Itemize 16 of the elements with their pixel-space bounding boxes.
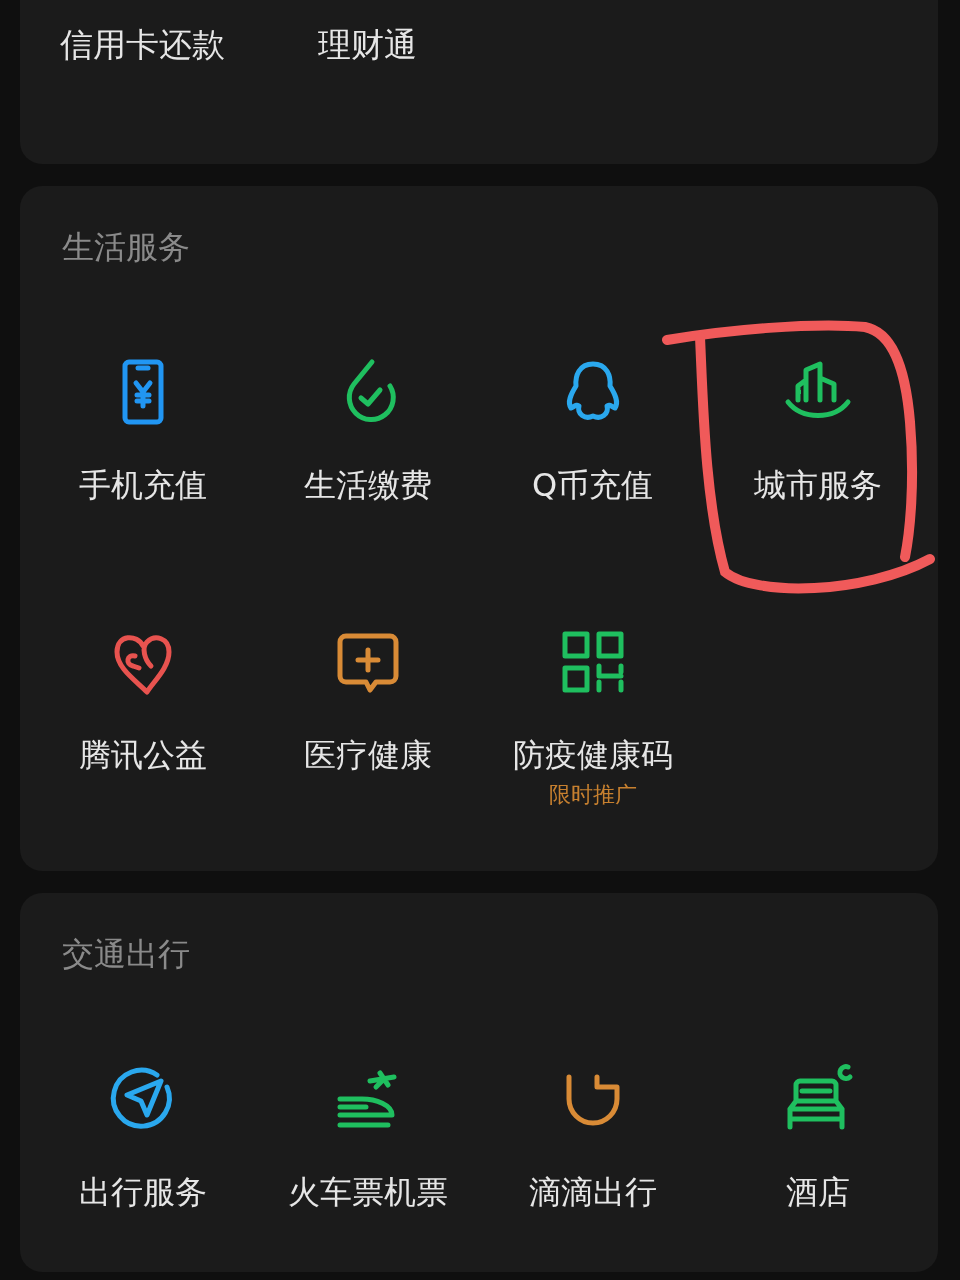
- service-label[interactable]: 滴滴出行: [528, 1175, 657, 1209]
- service-label[interactable]: 信用卡还款: [60, 28, 225, 62]
- service-label[interactable]: 腾讯公益: [78, 738, 207, 772]
- promo-label: 限时推广: [548, 782, 637, 808]
- section-title: 交通出行: [62, 937, 190, 971]
- service-label[interactable]: 生活缴费: [303, 468, 432, 502]
- section-title: 生活服务: [62, 230, 190, 264]
- service-label[interactable]: 酒店: [785, 1175, 850, 1209]
- service-label[interactable]: 火车票机票: [287, 1175, 448, 1209]
- service-label[interactable]: 城市服务: [753, 468, 882, 502]
- service-label[interactable]: 手机充值: [78, 468, 207, 502]
- service-label[interactable]: 理财通: [318, 28, 417, 62]
- service-label[interactable]: Q币充值: [531, 468, 654, 502]
- service-label[interactable]: 出行服务: [78, 1175, 207, 1209]
- service-label[interactable]: 医疗健康: [303, 738, 432, 772]
- service-label[interactable]: 防疫健康码: [512, 738, 673, 772]
